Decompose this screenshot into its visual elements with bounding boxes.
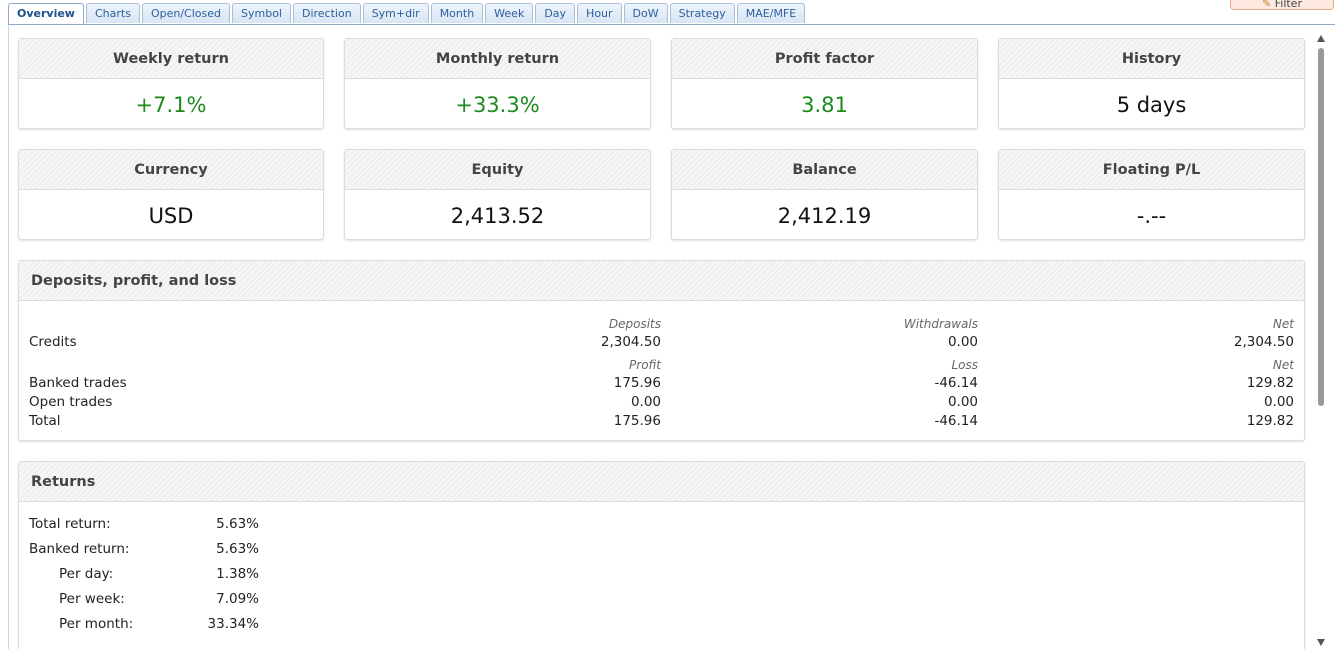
tab-bar: Overview Charts Open/Closed Symbol Direc… bbox=[8, 3, 807, 25]
return-label: Per month: bbox=[59, 616, 134, 632]
return-label: Total return: bbox=[29, 516, 111, 532]
stat-card-currency: Currency USD bbox=[18, 149, 324, 240]
tab-charts[interactable]: Charts bbox=[85, 3, 140, 23]
table-row: Banked trades 175.96 -46.14 129.82 bbox=[29, 375, 1294, 394]
stat-card-weekly-return: Weekly return +7.1% bbox=[18, 38, 324, 129]
table-row: Open trades 0.00 0.00 0.00 bbox=[29, 394, 1294, 413]
cell: 175.96 bbox=[613, 413, 661, 429]
col-header: Net bbox=[1272, 317, 1294, 331]
filter-button[interactable]: ✎ Filter bbox=[1230, 0, 1334, 10]
cell: -46.14 bbox=[934, 375, 978, 391]
stat-card-equity: Equity 2,413.52 bbox=[344, 149, 651, 240]
tab-symbol[interactable]: Symbol bbox=[232, 3, 291, 23]
stat-title: Balance bbox=[672, 150, 977, 190]
return-label: Per day: bbox=[59, 566, 114, 582]
stat-card-monthly-return: Monthly return +33.3% bbox=[344, 38, 651, 129]
stat-value: USD bbox=[148, 204, 194, 228]
return-label: Banked return: bbox=[29, 541, 130, 557]
return-label: Per week: bbox=[59, 591, 125, 607]
tab-mae-mfe[interactable]: MAE/MFE bbox=[736, 3, 806, 23]
col-header: Net bbox=[1272, 358, 1294, 372]
return-value: 1.38% bbox=[216, 566, 259, 582]
cell: 0.00 bbox=[947, 334, 978, 350]
col-header: Withdrawals bbox=[903, 317, 978, 331]
stat-value: 3.81 bbox=[801, 93, 848, 117]
return-row: Per month: 33.34% bbox=[29, 616, 259, 636]
stat-title: Weekly return bbox=[19, 39, 323, 79]
stat-card-balance: Balance 2,412.19 bbox=[671, 149, 978, 240]
return-value: 7.09% bbox=[216, 591, 259, 607]
scroll-down-arrow-icon[interactable] bbox=[1317, 639, 1325, 646]
cell: 175.96 bbox=[613, 375, 661, 391]
stat-title: Equity bbox=[345, 150, 650, 190]
panel-title: Deposits, profit, and loss bbox=[19, 261, 1304, 301]
return-row: Per week: 7.09% bbox=[29, 591, 259, 611]
return-value: 33.34% bbox=[207, 616, 259, 632]
tab-sym-dir[interactable]: Sym+dir bbox=[362, 3, 429, 23]
row-label: Open trades bbox=[29, 394, 113, 410]
cell: 0.00 bbox=[630, 394, 661, 410]
stat-card-profit-factor: Profit factor 3.81 bbox=[671, 38, 978, 129]
col-header: Deposits bbox=[608, 317, 661, 331]
stat-card-history: History 5 days bbox=[998, 38, 1305, 129]
col-header: Profit bbox=[629, 358, 661, 372]
tab-direction[interactable]: Direction bbox=[292, 3, 361, 23]
tab-month[interactable]: Month bbox=[430, 3, 484, 23]
row-label: Credits bbox=[29, 334, 77, 350]
row-label: Total bbox=[29, 413, 61, 429]
table-row: Total 175.96 -46.14 129.82 bbox=[29, 413, 1294, 432]
cell: 2,304.50 bbox=[1233, 334, 1294, 350]
cell: -46.14 bbox=[934, 413, 978, 429]
tab-dow[interactable]: DoW bbox=[623, 3, 668, 23]
cell: 129.82 bbox=[1246, 413, 1294, 429]
return-row: Per day: 1.38% bbox=[29, 566, 259, 586]
vertical-scrollbar[interactable] bbox=[1316, 32, 1326, 649]
tab-hour[interactable]: Hour bbox=[577, 3, 622, 23]
pencil-icon: ✎ bbox=[1262, 0, 1272, 10]
stat-value: +33.3% bbox=[455, 93, 540, 117]
cell: 129.82 bbox=[1246, 375, 1294, 391]
tab-week[interactable]: Week bbox=[485, 3, 534, 23]
stat-card-floating-pl: Floating P/L -.-- bbox=[998, 149, 1305, 240]
scroll-up-arrow-icon[interactable] bbox=[1317, 35, 1325, 42]
scrollbar-thumb[interactable] bbox=[1318, 48, 1324, 406]
deposits-panel: Deposits, profit, and loss Deposits With… bbox=[18, 260, 1305, 441]
returns-panel: Returns Total return: 5.63% Banked retur… bbox=[18, 461, 1305, 649]
return-value: 5.63% bbox=[216, 541, 259, 557]
stat-title: History bbox=[999, 39, 1304, 79]
stat-value: 2,413.52 bbox=[450, 204, 545, 228]
stat-value: 2,412.19 bbox=[777, 204, 872, 228]
return-row: Total return: 5.63% bbox=[29, 516, 259, 536]
return-value: 5.63% bbox=[216, 516, 259, 532]
cell: 0.00 bbox=[1263, 394, 1294, 410]
overview-content: Weekly return +7.1% Monthly return +33.3… bbox=[8, 25, 1330, 649]
tab-strategy[interactable]: Strategy bbox=[669, 3, 735, 23]
cell: 0.00 bbox=[947, 394, 978, 410]
stat-value: 5 days bbox=[1116, 93, 1187, 117]
panel-title: Returns bbox=[19, 462, 1304, 502]
stat-title: Currency bbox=[19, 150, 323, 190]
col-header: Loss bbox=[951, 358, 978, 372]
table-row: Credits 2,304.50 0.00 2,304.50 bbox=[29, 334, 1294, 353]
filter-label: Filter bbox=[1274, 0, 1302, 10]
stat-value: +7.1% bbox=[135, 93, 207, 117]
tab-open-closed[interactable]: Open/Closed bbox=[141, 3, 230, 23]
tab-day[interactable]: Day bbox=[535, 3, 576, 23]
cell: 2,304.50 bbox=[600, 334, 661, 350]
tab-overview[interactable]: Overview bbox=[8, 3, 84, 25]
return-row: Banked return: 5.63% bbox=[29, 541, 259, 561]
stat-value: -.-- bbox=[1136, 204, 1167, 228]
row-label: Banked trades bbox=[29, 375, 127, 391]
stat-title: Profit factor bbox=[672, 39, 977, 79]
stat-title: Floating P/L bbox=[999, 150, 1304, 190]
stat-title: Monthly return bbox=[345, 39, 650, 79]
